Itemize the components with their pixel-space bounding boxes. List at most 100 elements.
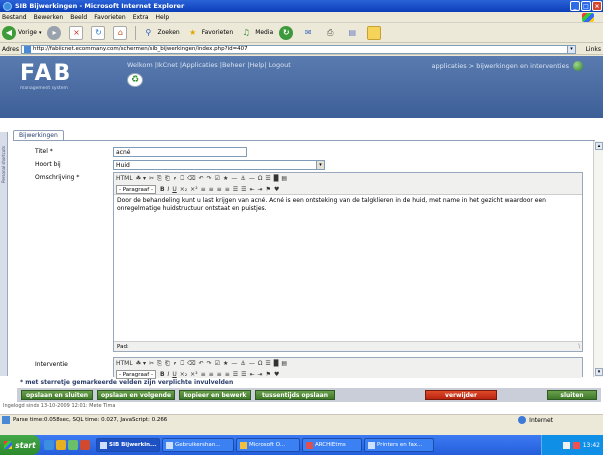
anchor-button[interactable]: ⚓ (240, 175, 245, 182)
scroll-up-icon[interactable]: ▴ (595, 142, 603, 150)
format-select[interactable]: - Paragraaf - (116, 185, 156, 194)
task-sib-bijwerkingen[interactable]: SIB Bijwerkin... (96, 438, 160, 452)
folder-button[interactable] (367, 25, 383, 40)
bullet-list-button[interactable]: ☰ (233, 186, 238, 193)
ie-quicklaunch-icon[interactable] (44, 440, 54, 450)
html-source-button[interactable]: HTML (116, 360, 133, 367)
scroll-down-icon[interactable]: ▾ (595, 368, 603, 376)
redo-button[interactable]: ↷ (207, 360, 212, 367)
links-button[interactable]: Links (586, 46, 601, 53)
flag-button[interactable]: ⚑ (266, 371, 271, 378)
html-source-button[interactable]: HTML (116, 175, 133, 182)
paste-button[interactable]: ⎗ (165, 175, 170, 183)
task-microsoft-office[interactable]: Microsoft O... (236, 438, 300, 452)
app-quicklaunch-icon[interactable] (80, 440, 90, 450)
format-select[interactable]: - Paragraaf - (116, 370, 156, 379)
block-button[interactable]: █ (274, 360, 279, 367)
number-list-button[interactable]: ☰ (241, 186, 246, 193)
link-button[interactable]: — (231, 360, 237, 367)
outdent-button[interactable]: ⇤ (250, 371, 255, 378)
copy-button[interactable]: ⎘ (157, 360, 162, 368)
italic-button[interactable]: I (168, 371, 170, 378)
back-button[interactable]: ◀ Vorige ▾ (2, 25, 41, 40)
heart-button[interactable]: ♥ (274, 186, 279, 193)
spellcheck-button[interactable]: ☘ ▾ (136, 360, 146, 367)
save-next-button[interactable]: opslaan en volgende (97, 390, 175, 400)
table-button[interactable]: ☰ (265, 360, 270, 367)
stop-button[interactable]: × (69, 25, 85, 40)
number-list-button[interactable]: ☰ (241, 371, 246, 378)
personal-shortcuts-strip[interactable]: Personal shortcuts (0, 132, 8, 376)
task-archie[interactable]: ARCHIEtms (302, 438, 362, 452)
editor-content[interactable]: Door de behandeling kunt u last krijgen … (117, 197, 579, 212)
omschrijving-editor[interactable]: HTML ☘ ▾ ✂ ⎘ ⎗ ⎖ ⎕ ⌫ ↶ ↷ ☑ ★ — ⚓ — Ω ☰ █… (113, 172, 583, 352)
refresh-button[interactable]: ↻ (91, 25, 107, 40)
interventie-editor[interactable]: HTML ☘ ▾ ✂ ⎘ ⎗ ⎖ ⎕ ⌫ ↶ ↷ ☑ ★ — ⚓ — Ω ☰ █… (113, 357, 583, 379)
delete-button[interactable]: verwijder (425, 390, 497, 400)
spellcheck-button[interactable]: ☘ ▾ (136, 175, 146, 182)
history-button[interactable]: ↻ (279, 25, 295, 40)
close-window-button[interactable]: × (592, 1, 602, 11)
subscript-button[interactable]: ×₂ (180, 371, 187, 378)
top-navigation[interactable]: Welkom |IkCnet |Applicaties |Beheer |Hel… (127, 61, 291, 69)
align-right-button[interactable]: ≡ (217, 186, 222, 193)
special-button[interactable]: ★ (223, 360, 228, 367)
align-left-button[interactable]: ≡ (201, 371, 206, 378)
align-center-button[interactable]: ≡ (209, 371, 214, 378)
special-button[interactable]: ★ (223, 175, 228, 182)
cut-button[interactable]: ✂ (149, 360, 154, 367)
desktop-quicklaunch-icon[interactable] (68, 440, 78, 450)
folder-quicklaunch-icon[interactable] (56, 440, 66, 450)
menu-bewerken[interactable]: Bewerken (34, 14, 64, 21)
redo-button[interactable]: ↷ (207, 175, 212, 182)
hr-button[interactable]: — (249, 360, 255, 367)
media-button[interactable]: ♫ Media (239, 26, 274, 40)
paste-text-button[interactable]: ⎖ (173, 360, 178, 368)
flag-button[interactable]: ⚑ (266, 186, 271, 193)
table-button[interactable]: ☰ (265, 175, 270, 182)
image-button[interactable]: ▤ (281, 175, 287, 182)
search-button[interactable]: ⚲ Zoeken (141, 26, 180, 40)
align-right-button[interactable]: ≡ (217, 371, 222, 378)
bold-button[interactable]: B (160, 371, 165, 378)
underline-button[interactable]: U (172, 371, 176, 378)
checkbox-button[interactable]: ☑ (215, 175, 220, 182)
interim-save-button[interactable]: tussentijds opslaan (255, 390, 335, 400)
cut-button[interactable]: ✂ (149, 175, 154, 182)
menu-bestand[interactable]: Bestand (2, 14, 27, 21)
outdent-button[interactable]: ⇤ (250, 186, 255, 193)
save-close-button[interactable]: opslaan en sluiten (21, 390, 93, 400)
form-scrollbar[interactable]: ▴ ▾ (593, 141, 603, 377)
address-input[interactable]: http://fabiicnet.ecommany.com/schermen/s… (20, 44, 576, 54)
home-button[interactable]: ⌂ (113, 25, 129, 40)
paste-word-button[interactable]: ⎕ (180, 360, 184, 368)
minimize-button[interactable]: _ (570, 1, 580, 11)
italic-button[interactable]: I (168, 186, 170, 193)
link-button[interactable]: — (231, 175, 237, 182)
block-button[interactable]: █ (274, 175, 279, 182)
favorites-button[interactable]: ★ Favorieten (186, 26, 233, 40)
undo-button[interactable]: ↶ (199, 360, 204, 367)
copy-edit-button[interactable]: kopieer en bewerk (179, 390, 251, 400)
undo-button[interactable]: ↶ (199, 175, 204, 182)
menu-favorieten[interactable]: Favorieten (94, 14, 125, 21)
indent-button[interactable]: ⇥ (258, 371, 263, 378)
task-printers-fax[interactable]: Printers en fax... (364, 438, 434, 452)
mail-button[interactable]: ✉ (301, 26, 317, 40)
underline-button[interactable]: U (172, 186, 176, 193)
superscript-button[interactable]: ×² (190, 371, 197, 378)
anchor-button[interactable]: ⚓ (240, 360, 245, 367)
resize-handle-icon[interactable]: ∖ (577, 343, 581, 350)
tray-icon[interactable] (562, 441, 570, 449)
align-justify-button[interactable]: ≡ (225, 371, 230, 378)
hr-button[interactable]: — (249, 175, 255, 182)
menu-help[interactable]: Help (156, 14, 170, 21)
close-button[interactable]: sluiten (547, 390, 597, 400)
hoort-bij-select[interactable]: Huid ▾ (113, 160, 325, 170)
omega-button[interactable]: Ω (258, 360, 263, 367)
superscript-button[interactable]: ×² (190, 186, 197, 193)
print-button[interactable]: ⎙ (323, 26, 339, 40)
task-gebruikershandleiding[interactable]: Gebruikershan... (162, 438, 234, 452)
address-dropdown-icon[interactable]: ▾ (566, 45, 575, 53)
subscript-button[interactable]: ×₂ (180, 186, 187, 193)
